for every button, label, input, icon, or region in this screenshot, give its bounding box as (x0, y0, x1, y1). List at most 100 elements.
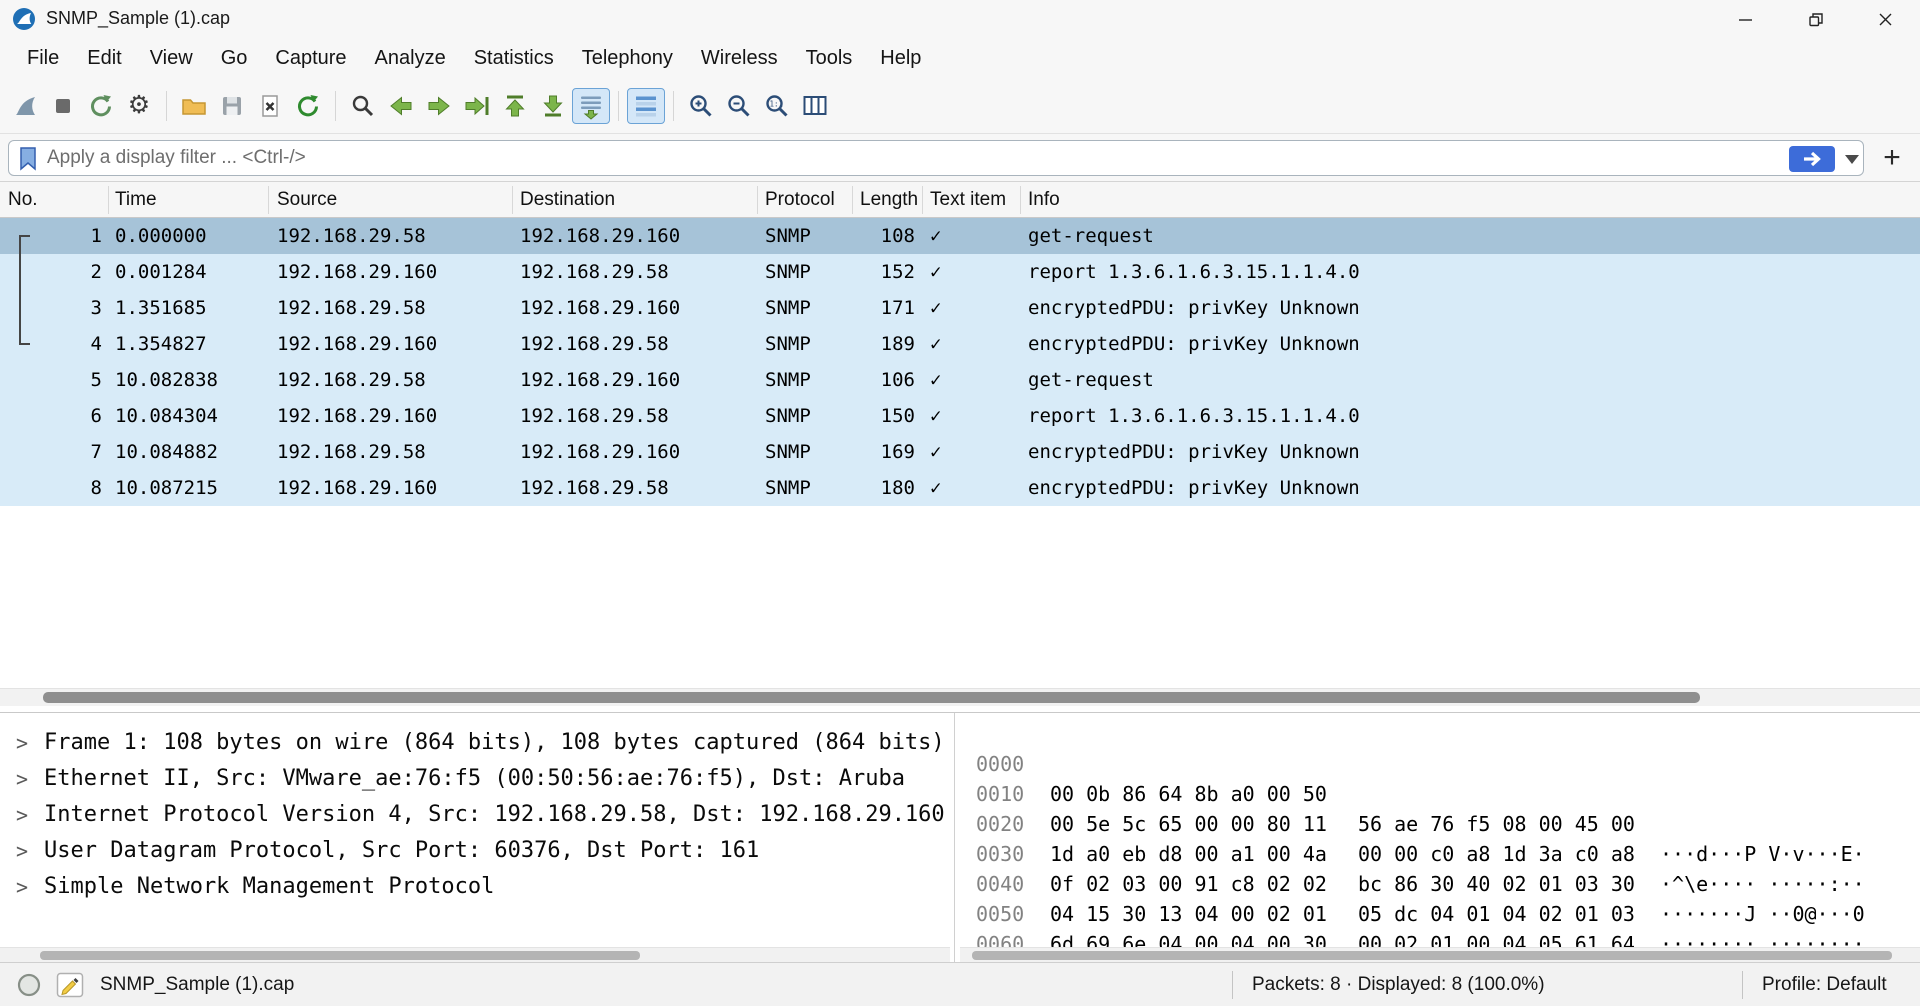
menu-wireless[interactable]: Wireless (687, 38, 792, 78)
column-header-time[interactable]: Time (115, 182, 157, 218)
menu-telephony[interactable]: Telephony (568, 38, 687, 78)
column-header-info[interactable]: Info (1028, 182, 1060, 218)
apply-filter-button[interactable] (1789, 146, 1835, 172)
packet-row-4[interactable]: 4 1.354827 192.168.29.160 192.168.29.58 … (0, 326, 1920, 362)
restart-capture-button[interactable] (82, 88, 120, 124)
bookmark-icon[interactable] (17, 146, 39, 172)
go-to-packet-button[interactable] (458, 88, 496, 124)
checkmark-icon: ✓ (930, 333, 942, 355)
packet-source: 192.168.29.58 (277, 441, 426, 463)
menu-go[interactable]: Go (207, 38, 262, 78)
close-file-button[interactable] (251, 88, 289, 124)
expand-chevron-icon[interactable]: > (16, 725, 28, 761)
menu-tools[interactable]: Tools (792, 38, 867, 78)
packet-row-3[interactable]: 3 1.351685 192.168.29.58 192.168.29.160 … (0, 290, 1920, 326)
start-capture-button[interactable] (6, 88, 44, 124)
arrow-down-bar-icon (543, 95, 563, 116)
statusbar-profile[interactable]: Profile: Default (1762, 963, 1887, 1006)
close-button[interactable] (1850, 0, 1920, 38)
column-header-no[interactable]: No. (8, 182, 38, 218)
go-back-button[interactable] (382, 88, 420, 124)
scrollbar-thumb[interactable] (43, 692, 1700, 703)
reload-file-button[interactable] (289, 88, 327, 124)
column-header-destination[interactable]: Destination (520, 182, 615, 218)
expert-info-icon[interactable] (16, 972, 42, 998)
detail-line-ip[interactable]: > Internet Protocol Version 4, Src: 192.… (0, 797, 950, 833)
menu-view[interactable]: View (136, 38, 207, 78)
wireshark-logo-icon (13, 8, 35, 30)
packet-row-8[interactable]: 8 10.087215 192.168.29.160 192.168.29.58… (0, 470, 1920, 506)
pane-splitter[interactable] (954, 713, 955, 963)
column-header-text-item[interactable]: Text item (930, 182, 1006, 218)
zoom-in-button[interactable] (682, 88, 720, 124)
find-packet-button[interactable] (344, 88, 382, 124)
packet-list-hscrollbar[interactable] (0, 688, 1920, 706)
column-divider[interactable] (852, 186, 853, 214)
capture-comment-icon[interactable] (56, 972, 84, 998)
column-divider[interactable] (512, 186, 513, 214)
expand-chevron-icon[interactable]: > (16, 869, 28, 905)
detail-line-frame[interactable]: > Frame 1: 108 bytes on wire (864 bits),… (0, 725, 950, 761)
column-header-source[interactable]: Source (277, 182, 337, 218)
hex-row-0040[interactable]: 0040 04 15 30 13 04 00 02 01 00 02 01 00… (960, 839, 1920, 963)
packet-row-6[interactable]: 6 10.084304 192.168.29.160 192.168.29.58… (0, 398, 1920, 434)
go-first-packet-button[interactable] (496, 88, 534, 124)
column-divider[interactable] (922, 186, 923, 214)
filter-dropdown-chevron[interactable] (1845, 155, 1859, 164)
hex-row-0030[interactable]: 0030 0f 02 03 00 91 c8 02 02 05 dc 04 01… (960, 809, 1920, 956)
restore-button[interactable] (1780, 0, 1850, 38)
add-filter-button[interactable]: + (1872, 138, 1912, 178)
expand-chevron-icon[interactable]: > (16, 833, 28, 869)
packet-row-2[interactable]: 2 0.001284 192.168.29.160 192.168.29.58 … (0, 254, 1920, 290)
column-divider[interactable] (268, 186, 269, 214)
zoom-out-button[interactable] (720, 88, 758, 124)
menu-file[interactable]: File (13, 38, 73, 78)
detail-hscrollbar[interactable] (0, 947, 950, 963)
column-divider[interactable] (1020, 186, 1021, 214)
open-file-button[interactable] (175, 88, 213, 124)
column-header-protocol[interactable]: Protocol (765, 182, 835, 218)
arrow-right-icon (428, 95, 450, 116)
save-file-button[interactable] (213, 88, 251, 124)
hex-row-0050[interactable]: 0050 6d 69 6e 04 00 04 00 30 13 04 00 04… (960, 869, 1920, 963)
hex-row-0000[interactable]: 0000 00 0b 86 64 8b a0 00 50 56 ae 76 f5… (960, 719, 1920, 866)
stop-capture-button[interactable] (44, 88, 82, 124)
menu-help[interactable]: Help (866, 38, 935, 78)
scrollbar-thumb[interactable] (972, 951, 1892, 960)
capture-options-button[interactable]: ⚙ (120, 88, 158, 124)
menu-statistics[interactable]: Statistics (460, 38, 568, 78)
hex-hscrollbar[interactable] (960, 947, 1920, 963)
filter-bar: Apply a display filter ... <Ctrl-/> + (0, 134, 1920, 182)
column-divider[interactable] (108, 186, 109, 214)
colorize-toggle[interactable] (627, 87, 665, 124)
menu-capture[interactable]: Capture (261, 38, 360, 78)
hex-row-0020[interactable]: 0020 1d a0 eb d8 00 a1 00 4a bc 86 30 40… (960, 779, 1920, 926)
detail-line-ethernet[interactable]: > Ethernet II, Src: VMware_ae:76:f5 (00:… (0, 761, 950, 797)
minimize-button[interactable] (1710, 0, 1780, 38)
column-header-length[interactable]: Length (860, 182, 918, 218)
packet-row-7[interactable]: 7 10.084882 192.168.29.58 192.168.29.160… (0, 434, 1920, 470)
hex-row-0060[interactable]: 0060 03 00 91 c8 02 01 00 02 01 00 30 00… (960, 899, 1920, 963)
menu-edit[interactable]: Edit (73, 38, 135, 78)
packet-length: 189 (880, 333, 915, 355)
packet-no: 4 (90, 333, 102, 355)
hex-row-0010[interactable]: 0010 00 5e 5c 65 00 00 80 11 00 00 c0 a8… (960, 749, 1920, 896)
expand-chevron-icon[interactable]: > (16, 761, 28, 797)
zoom-reset-button[interactable]: 1:1 (758, 88, 796, 124)
column-divider[interactable] (757, 186, 758, 214)
related-packets-bracket-top (19, 235, 30, 237)
expand-chevron-icon[interactable]: > (16, 797, 28, 833)
packet-length: 180 (880, 477, 915, 499)
packet-time: 0.001284 (115, 261, 207, 283)
menu-analyze[interactable]: Analyze (361, 38, 460, 78)
go-forward-button[interactable] (420, 88, 458, 124)
packet-row-5[interactable]: 5 10.082838 192.168.29.58 192.168.29.160… (0, 362, 1920, 398)
detail-line-udp[interactable]: > User Datagram Protocol, Src Port: 6037… (0, 833, 950, 869)
resize-columns-button[interactable] (796, 88, 834, 124)
auto-scroll-toggle[interactable] (572, 87, 610, 124)
packet-row-1[interactable]: 1 0.000000 192.168.29.58 192.168.29.160 … (0, 218, 1920, 254)
display-filter-input[interactable]: Apply a display filter ... <Ctrl-/> (8, 140, 1864, 176)
go-last-packet-button[interactable] (534, 88, 572, 124)
scrollbar-thumb[interactable] (40, 951, 640, 960)
detail-line-snmp[interactable]: > Simple Network Management Protocol (0, 869, 950, 905)
